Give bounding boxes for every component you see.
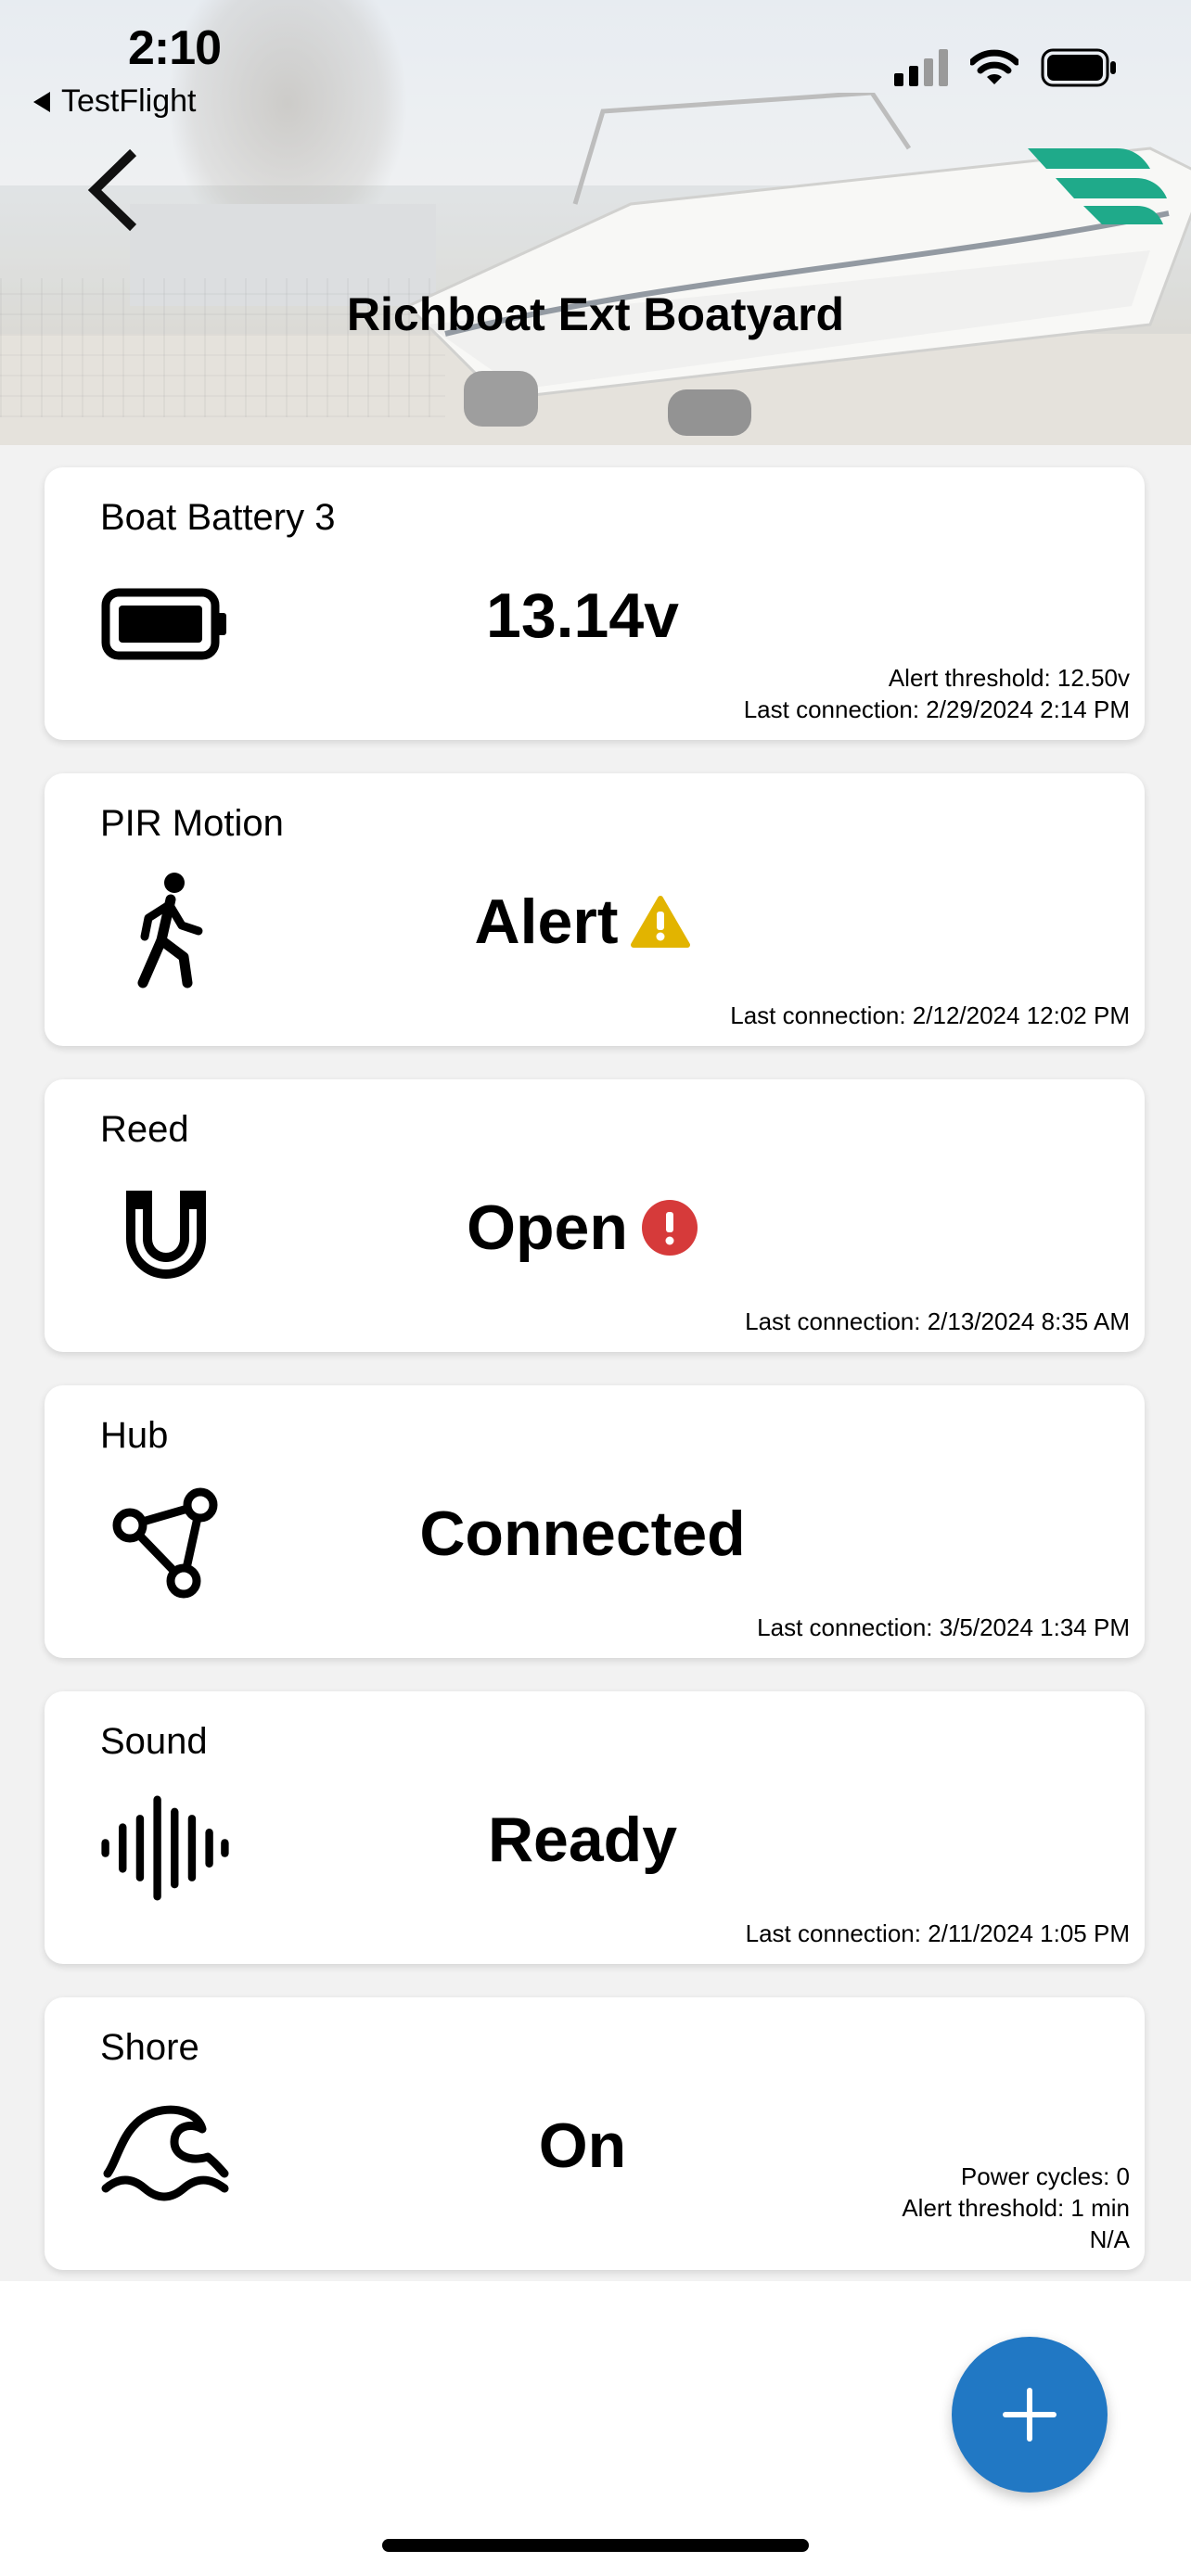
cellular-signal-icon [894, 49, 948, 86]
device-card-reed[interactable]: Reed Open Last connection: 2/13/2024 8:3… [45, 1079, 1145, 1352]
device-name: Hub [100, 1415, 169, 1456]
status-icons [894, 48, 1117, 87]
device-meta: Alert threshold: 12.50v Last connection:… [744, 662, 1130, 725]
magnet-icon [100, 1176, 230, 1296]
wifi-icon [970, 49, 1018, 84]
network-hub-icon [100, 1482, 230, 1602]
device-value-wrap: Ready [211, 1784, 954, 1895]
device-value: On [538, 2111, 627, 2181]
device-meta: Last connection: 2/12/2024 12:02 PM [730, 1000, 1130, 1031]
device-value-wrap: Alert [211, 866, 954, 977]
last-connection-text: Last connection: 2/29/2024 2:14 PM [743, 695, 1130, 723]
device-value-wrap: Connected [211, 1478, 954, 1589]
device-value: Ready [487, 1804, 678, 1875]
device-row-hub: Hub Connected Last connection: 3/5/2024 … [0, 1363, 1191, 1669]
device-card-battery[interactable]: Boat Battery 3 13.14v Alert threshold: 1… [45, 467, 1145, 740]
device-row-battery: Boat Battery 3 13.14v Alert threshold: 1… [0, 445, 1191, 751]
device-value-wrap: Open [211, 1172, 954, 1283]
device-name: Shore [100, 2027, 199, 2068]
device-meta: Power cycles: 0 Alert threshold: 1 min N… [902, 2161, 1130, 2255]
device-meta: Last connection: 2/13/2024 8:35 AM [745, 1306, 1130, 1337]
device-value: Open [467, 1192, 628, 1263]
device-row-reed: Reed Open Last connection: 2/13/2024 8:3… [0, 1057, 1191, 1363]
device-row-shore: Shore On Power cycles: 0 Alert threshold… [0, 1975, 1191, 2281]
device-value-wrap: On [211, 2090, 954, 2201]
warning-icon [631, 896, 691, 948]
device-name: Boat Battery 3 [100, 497, 336, 538]
back-chevron-icon[interactable] [82, 148, 147, 232]
device-meta: Last connection: 3/5/2024 1:34 PM [757, 1612, 1130, 1643]
status-na-text: N/A [1089, 2225, 1130, 2253]
error-icon [641, 1200, 698, 1256]
last-connection-text: Last connection: 2/12/2024 12:02 PM [730, 1001, 1130, 1029]
alert-threshold-text: Alert threshold: 1 min [902, 2194, 1130, 2222]
last-connection-text: Last connection: 2/11/2024 1:05 PM [745, 1919, 1130, 1947]
status-time: 2:10 [128, 21, 222, 75]
walking-person-icon [100, 870, 230, 990]
device-card-shore[interactable]: Shore On Power cycles: 0 Alert threshold… [45, 1997, 1145, 2270]
device-name: Sound [100, 1721, 208, 1762]
device-row-sound: Sound Ready Last connection: 2/11/2024 1… [0, 1669, 1191, 1975]
plus-icon [1003, 2388, 1057, 2442]
page-title: Richboat Ext Boatyard [346, 288, 845, 340]
device-name: Reed [100, 1109, 189, 1150]
ocean-wave-icon [100, 2094, 230, 2214]
last-connection-text: Last connection: 2/13/2024 8:35 AM [745, 1307, 1130, 1335]
back-to-testflight-link[interactable]: TestFlight [33, 83, 197, 120]
device-card-pir-motion[interactable]: PIR Motion Alert Last connection: 2/12/2… [45, 773, 1145, 1046]
battery-icon [1041, 48, 1116, 87]
power-cycles-text: Power cycles: 0 [960, 2162, 1130, 2190]
device-list: Boat Battery 3 13.14v Alert threshold: 1… [0, 445, 1191, 2281]
device-card-sound[interactable]: Sound Ready Last connection: 2/11/2024 1… [45, 1691, 1145, 1964]
device-meta: Last connection: 2/11/2024 1:05 PM [746, 1918, 1130, 1949]
back-app-label: TestFlight [61, 83, 197, 119]
brand-logo [1028, 148, 1167, 224]
battery-icon [100, 564, 230, 684]
device-card-hub[interactable]: Hub Connected Last connection: 3/5/2024 … [45, 1385, 1145, 1658]
home-indicator[interactable] [382, 2539, 809, 2552]
alert-threshold-text: Alert threshold: 12.50v [888, 664, 1130, 692]
device-value: Alert [474, 886, 619, 957]
sound-wave-icon [100, 1788, 230, 1908]
last-connection-text: Last connection: 3/5/2024 1:34 PM [757, 1613, 1130, 1641]
back-triangle-icon [33, 91, 50, 112]
device-row-pir-motion: PIR Motion Alert Last connection: 2/12/2… [0, 751, 1191, 1057]
device-name: PIR Motion [100, 803, 284, 844]
add-device-button[interactable] [952, 2337, 1108, 2493]
device-value: Connected [419, 1498, 746, 1569]
device-value: 13.14v [486, 580, 679, 651]
device-value-wrap: 13.14v [211, 560, 954, 671]
